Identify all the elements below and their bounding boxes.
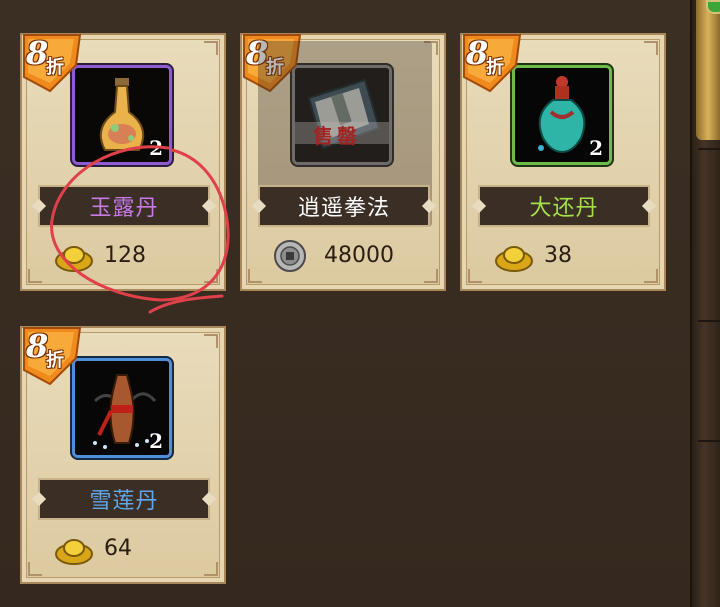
annotation-circle-overlay xyxy=(50,145,230,314)
red-annotation-stroke xyxy=(50,145,230,314)
